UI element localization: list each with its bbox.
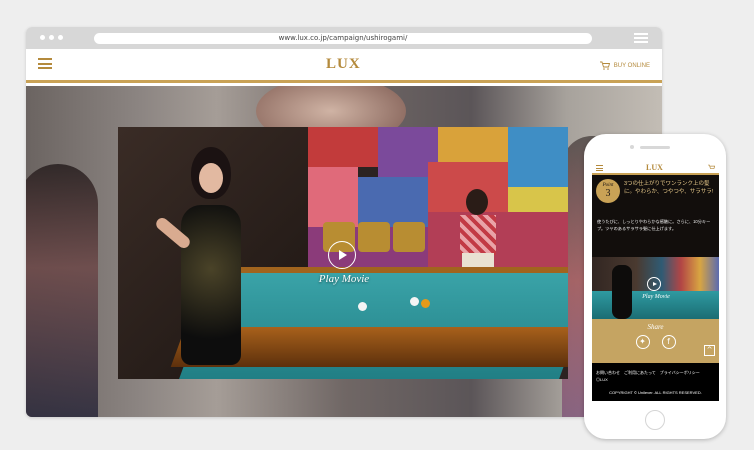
twitter-icon[interactable]: ✦ [635,335,650,349]
share-title: Share [647,323,664,331]
hamburger-menu-icon[interactable] [38,58,52,69]
copyright: COPYRIGHT © Unilever. ALL RIGHTS RESERVE… [609,390,702,395]
video-person-main [153,147,253,379]
point-section: Point 3 3つの仕上がりでワンランク上の髪に。やわらか、つやつや、サラサラ… [592,175,719,215]
mobile-footer: お問い合わせ ご利用にあたって プライバシーポリシー ◎LUX COPYRIGH… [592,363,719,401]
point-badge: Point 3 [596,179,620,203]
hero-background: Play Movie [26,86,662,417]
point-description: 使うたびに、しっとりやわらかな感触に。さらに、10分キープ。ツヤのあるサラサラ髪… [592,215,719,257]
desktop-browser-mockup: www.lux.co.jp/campaign/ushirogami/ LUX B… [26,27,662,417]
phone-camera [630,145,634,149]
lux-logo[interactable]: LUX [326,56,361,73]
mobile-play-movie-label[interactable]: Play Movie [634,294,678,300]
video-chair [358,222,390,252]
mobile-play-icon[interactable] [647,277,661,291]
window-dot [58,35,63,40]
pool-ball [358,302,367,311]
phone-speaker [640,146,670,149]
mobile-video-player[interactable]: Play Movie [592,257,719,319]
play-button-icon[interactable] [328,241,356,269]
phone-screen: LUX Point 3 3つの仕上がりでワンランク上の髪に。やわらか、つやつや、… [592,161,719,401]
window-controls [40,35,63,40]
share-icons: ✦ f [592,335,719,349]
facebook-icon[interactable]: f [661,335,676,349]
play-movie-label[interactable]: Play Movie [304,273,384,285]
hero-person-left [26,164,98,417]
browser-toolbar: www.lux.co.jp/campaign/ushirogami/ [26,27,662,49]
buy-online-label: BUY ONLINE [613,62,650,69]
point-number: 3 [605,188,611,199]
window-dot [40,35,45,40]
window-dot [49,35,54,40]
footer-links[interactable]: お問い合わせ ご利用にあたって プライバシーポリシー ◎LUX [596,369,715,383]
browser-menu-icon[interactable] [634,33,648,43]
video-chair [393,222,425,252]
mobile-video-person [612,265,632,319]
point-heading: 3つの仕上がりでワンランク上の髪に。やわらか、つやつや、サラサラ! [624,181,714,195]
video-player[interactable]: Play Movie [118,127,568,379]
site-header: LUX BUY ONLINE [26,49,662,83]
address-bar[interactable]: www.lux.co.jp/campaign/ushirogami/ [94,33,592,44]
phone-home-button [645,410,665,430]
mobile-lux-logo[interactable]: LUX [646,163,663,172]
phone-mockup: LUX Point 3 3つの仕上がりでワンランク上の髪に。やわらか、つやつや、… [584,134,726,439]
mobile-cart-icon[interactable] [708,164,715,171]
scroll-top-icon[interactable]: ^ [704,345,715,356]
pool-ball [410,297,419,306]
mobile-hamburger-icon[interactable] [596,165,603,171]
buy-online-link[interactable]: BUY ONLINE [599,61,650,70]
pool-ball [421,299,430,308]
mobile-header: LUX [592,161,719,175]
share-section: Share ✦ f ^ [592,319,719,363]
cart-icon [599,61,610,70]
